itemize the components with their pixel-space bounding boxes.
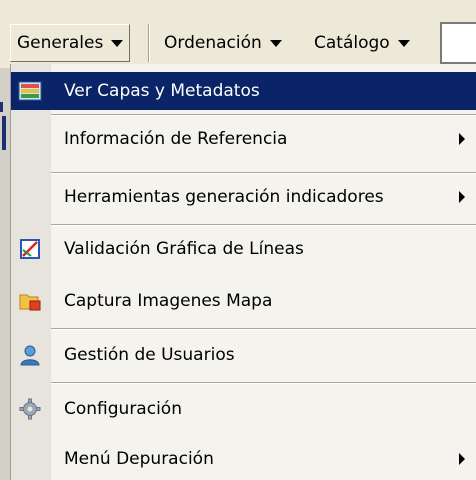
menu-separator (51, 172, 476, 174)
chevron-right-icon (459, 191, 465, 203)
user-icon (17, 344, 43, 366)
menu-item-validacion-lineas[interactable]: Validación Gráfica de Líneas (11, 228, 476, 270)
chevron-right-icon (459, 133, 465, 145)
menu-separator (51, 224, 476, 226)
menu-catalogo-label: Catálogo (314, 33, 390, 53)
menu-item-herramientas-indicadores[interactable]: Herramientas generación indicadores (11, 176, 476, 218)
search-input[interactable] (440, 22, 476, 64)
generales-dropdown-menu: Ver Capas y Metadatos Información de Ref… (10, 64, 476, 480)
menu-separator (51, 114, 476, 116)
menubar-separator (148, 24, 150, 62)
gear-icon (17, 398, 43, 420)
menu-item-menu-depuracion[interactable]: Menú Depuración (11, 438, 476, 480)
menu-ordenacion[interactable]: Ordenación (158, 24, 288, 62)
chevron-down-icon (111, 39, 124, 47)
background-fragment (0, 102, 3, 112)
menu-separator (51, 328, 476, 330)
menu-item-label: Información de Referencia (64, 129, 288, 149)
layers-map-icon (17, 80, 43, 102)
menu-item-configuracion[interactable]: Configuración (11, 388, 476, 430)
menu-item-gestion-usuarios[interactable]: Gestión de Usuarios (11, 334, 476, 376)
chevron-down-icon (397, 39, 410, 47)
menu-item-label: Menú Depuración (64, 449, 214, 469)
chevron-down-icon (269, 39, 282, 47)
menu-ordenacion-label: Ordenación (164, 33, 262, 53)
menu-item-label: Ver Capas y Metadatos (64, 81, 260, 101)
background-fragment (2, 116, 6, 150)
menu-item-ver-capas[interactable]: Ver Capas y Metadatos (11, 72, 476, 110)
menu-separator (51, 382, 476, 384)
menu-item-label: Gestión de Usuarios (64, 345, 235, 365)
menu-item-captura-imagenes[interactable]: Captura Imagenes Mapa (11, 280, 476, 322)
chevron-right-icon (459, 453, 465, 465)
menu-item-label: Configuración (64, 399, 182, 419)
folder-capture-icon (17, 290, 43, 312)
menu-item-label: Captura Imagenes Mapa (64, 291, 273, 311)
menu-item-informacion-referencia[interactable]: Información de Referencia (11, 118, 476, 160)
menu-item-label: Validación Gráfica de Líneas (64, 239, 304, 259)
line-validation-icon (17, 238, 43, 260)
menu-generales[interactable]: Generales (10, 24, 131, 62)
menu-item-label: Herramientas generación indicadores (64, 187, 384, 207)
menu-generales-label: Generales (17, 33, 104, 53)
menu-bar: Generales Ordenación Catálogo (0, 0, 476, 68)
menu-catalogo[interactable]: Catálogo (308, 24, 416, 62)
